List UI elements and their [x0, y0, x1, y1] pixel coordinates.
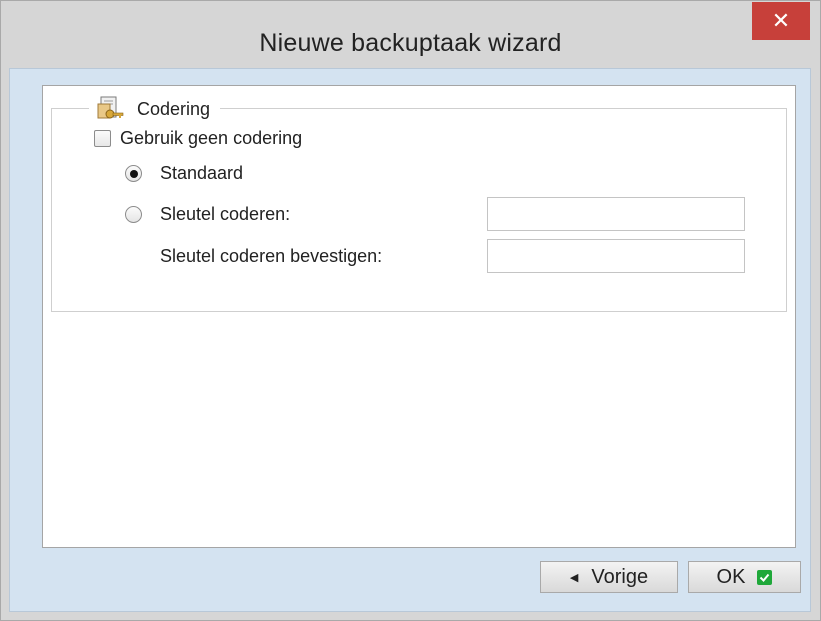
window-title: Nieuwe backuptaak wizard: [259, 29, 562, 57]
custom-key-option[interactable]: Sleutel coderen:: [125, 204, 290, 225]
confirm-key-row: Sleutel coderen bevestigen:: [160, 246, 382, 267]
no-encryption-label: Gebruik geen codering: [120, 128, 303, 148]
custom-key-label: Sleutel coderen:: [160, 204, 291, 224]
standard-option[interactable]: Standaard: [125, 163, 243, 184]
confirm-key-input[interactable]: [487, 239, 745, 273]
custom-key-radio[interactable]: [125, 206, 142, 223]
no-encryption-checkbox[interactable]: [94, 130, 111, 147]
groupbox-title: Codering: [137, 98, 211, 119]
close-icon: ✕: [771, 8, 791, 33]
close-button[interactable]: ✕: [752, 2, 810, 40]
content-panel: Codering Gebruik geen codering Standaard…: [42, 85, 796, 548]
checkmark-icon: [757, 569, 773, 585]
ok-button[interactable]: OK: [688, 561, 801, 593]
standard-label: Standaard: [160, 163, 244, 183]
encryption-groupbox: Codering Gebruik geen codering Standaard…: [51, 95, 787, 312]
no-encryption-option[interactable]: Gebruik geen codering: [94, 128, 302, 149]
title-bar[interactable]: Nieuwe backuptaak wizard: [1, 1, 820, 68]
custom-key-input[interactable]: [487, 197, 745, 231]
ok-button-label: OK: [716, 565, 746, 588]
back-button-label: Vorige: [591, 565, 649, 588]
left-arrow-icon: ◀: [569, 571, 579, 584]
back-button[interactable]: ◀ Vorige: [540, 561, 678, 593]
dialog-body: Codering Gebruik geen codering Standaard…: [9, 68, 811, 612]
standard-radio[interactable]: [125, 165, 142, 182]
dialog-window: Nieuwe backuptaak wizard ✕ Codering Gebr…: [0, 0, 821, 621]
confirm-key-label: Sleutel coderen bevestigen:: [160, 246, 383, 266]
key-document-icon: [97, 96, 124, 119]
groupbox-legend: Codering: [89, 95, 221, 123]
